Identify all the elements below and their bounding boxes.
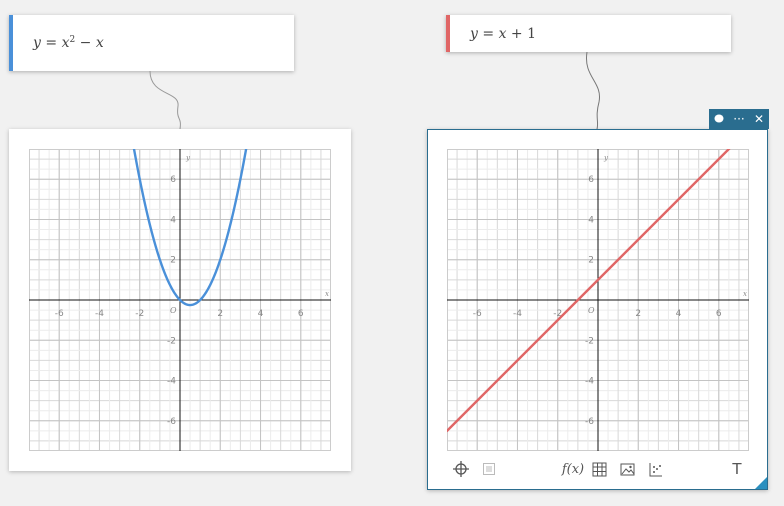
y-tick-label: 6: [588, 175, 594, 185]
expr-var: y: [33, 35, 41, 51]
x-tick-label: 6: [298, 309, 304, 319]
expr-exponent: 2: [69, 35, 76, 45]
origin-label: O: [588, 306, 595, 315]
y-tick-label: -4: [585, 377, 594, 387]
expr-var: y: [470, 25, 478, 42]
resize-handle[interactable]: [755, 477, 767, 489]
graph-plot-2[interactable]: -6 -4 -2 2 4 6 6 4 2 -2 -4 -6 Ox y: [447, 149, 749, 451]
card-action-bar: ··· ✕: [709, 109, 769, 129]
x-axis-label: x: [743, 290, 747, 298]
x-tick-label: 4: [676, 309, 682, 319]
graph-card-1[interactable]: -6 -4 -2 2 4 6 6 4 2 -2 -4 -6 Ox y: [9, 129, 351, 471]
function-button[interactable]: f(x): [561, 459, 585, 479]
x-axis-label: x: [325, 290, 329, 298]
expr-op: −: [79, 35, 92, 51]
more-options-button[interactable]: ···: [730, 110, 748, 128]
x-tick-label: -4: [513, 309, 522, 319]
y-tick-label: -6: [585, 417, 594, 427]
y-tick-label: 2: [588, 256, 594, 266]
graph-plot-1[interactable]: -6 -4 -2 2 4 6 6 4 2 -2 -4 -6 Ox y: [29, 149, 331, 451]
x-tick-label: 4: [258, 309, 264, 319]
expression-accent: [9, 15, 13, 71]
y-tick-label: 4: [170, 215, 176, 225]
expression-card-1[interactable]: y = x2 − x: [9, 15, 294, 71]
graph-toolbar: f(x) T: [428, 451, 767, 489]
close-button[interactable]: ✕: [750, 110, 768, 128]
expr-term: x: [498, 25, 507, 42]
list-icon[interactable]: [479, 459, 499, 479]
y-tick-label: -2: [167, 336, 176, 346]
x-tick-label: -4: [95, 309, 104, 319]
connector-line-1: [149, 71, 181, 130]
expr-eq: =: [482, 25, 495, 42]
expression-accent: [446, 15, 450, 52]
expr-term: 1: [527, 25, 537, 42]
x-tick-label: -6: [473, 309, 482, 319]
expression-math[interactable]: y = x + 1: [470, 15, 536, 52]
graph-card-2[interactable]: -6 -4 -2 2 4 6 6 4 2 -2 -4 -6 Ox y f(x) T: [427, 129, 768, 490]
expr-op: +: [510, 25, 523, 42]
expression-math[interactable]: y = x2 − x: [33, 15, 104, 71]
x-tick-label: -2: [135, 309, 144, 319]
y-tick-label: 6: [170, 175, 176, 185]
y-tick-label: -6: [167, 417, 176, 427]
graph-svg-2[interactable]: -6 -4 -2 2 4 6642-2-4-6Oxy: [447, 149, 749, 451]
table-icon[interactable]: [589, 459, 609, 479]
expr-eq: =: [45, 35, 58, 51]
x-tick-label: 2: [217, 309, 223, 319]
y-tick-label: 4: [588, 215, 594, 225]
x-tick-label: -6: [55, 309, 64, 319]
expression-card-2[interactable]: y = x + 1: [446, 15, 731, 52]
y-tick-label: 2: [170, 256, 176, 266]
x-tick-label: 2: [635, 309, 641, 319]
expr-term: x: [95, 35, 104, 51]
points-icon[interactable]: [645, 459, 665, 479]
chat-icon[interactable]: [710, 110, 728, 128]
origin-label: O: [170, 306, 177, 315]
x-tick-label: 6: [716, 309, 722, 319]
crosshair-icon[interactable]: [451, 459, 471, 479]
graph-svg-1[interactable]: -6 -4 -2 2 4 6642-2-4-6Oxy: [29, 149, 331, 451]
y-tick-label: -2: [585, 336, 594, 346]
image-icon[interactable]: [617, 459, 637, 479]
connector-line-2: [585, 52, 601, 130]
y-tick-label: -4: [167, 377, 176, 387]
expr-term: x: [61, 35, 70, 51]
text-tool-button[interactable]: T: [727, 459, 747, 479]
